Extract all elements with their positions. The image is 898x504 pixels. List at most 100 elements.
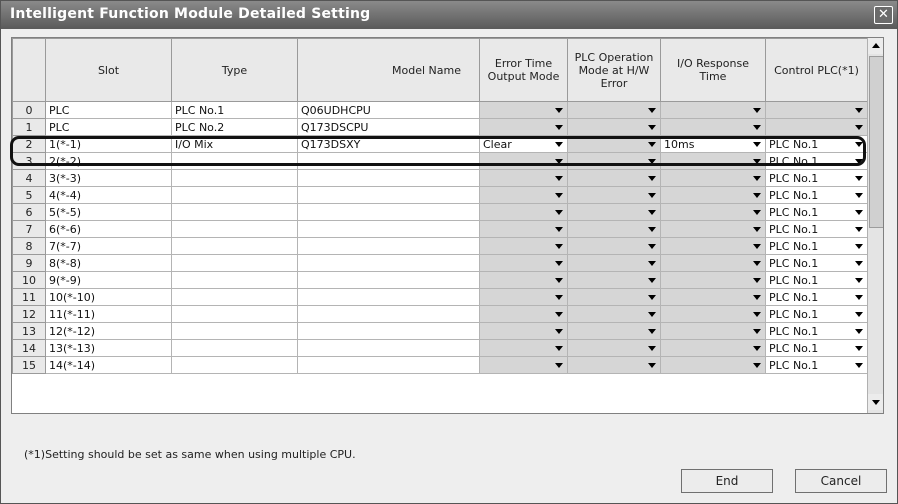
control-plc-dropdown[interactable]: PLC No.1 [765, 322, 868, 340]
chevron-down-icon[interactable] [555, 227, 563, 232]
chevron-down-icon[interactable] [753, 312, 761, 317]
control-plc-dropdown[interactable] [765, 101, 868, 119]
chevron-down-icon[interactable] [555, 125, 563, 130]
plc-operation-mode-dropdown[interactable] [567, 118, 661, 136]
chevron-down-icon[interactable] [555, 108, 563, 113]
scroll-thumb[interactable] [869, 56, 883, 228]
chevron-down-icon[interactable] [753, 329, 761, 334]
table-row[interactable]: 9 8(*-8) PLC No.1 [12, 254, 868, 272]
chevron-down-icon[interactable] [648, 210, 656, 215]
chevron-down-icon[interactable] [855, 125, 863, 130]
chevron-down-icon[interactable] [753, 227, 761, 232]
chevron-down-icon[interactable] [855, 193, 863, 198]
chevron-down-icon[interactable] [555, 295, 563, 300]
chevron-down-icon[interactable] [753, 295, 761, 300]
io-response-time-dropdown[interactable] [660, 186, 766, 204]
chevron-down-icon[interactable] [648, 193, 656, 198]
plc-operation-mode-dropdown[interactable] [567, 101, 661, 119]
table-row[interactable]: 13 12(*-12) PLC No.1 [12, 322, 868, 340]
chevron-down-icon[interactable] [555, 278, 563, 283]
chevron-down-icon[interactable] [855, 227, 863, 232]
chevron-down-icon[interactable] [753, 108, 761, 113]
control-plc-dropdown[interactable]: PLC No.1 [765, 339, 868, 357]
io-response-time-dropdown[interactable] [660, 288, 766, 306]
error-time-output-dropdown[interactable] [479, 305, 568, 323]
table-row[interactable]: 6 5(*-5) PLC No.1 [12, 203, 868, 221]
chevron-down-icon[interactable] [753, 278, 761, 283]
chevron-down-icon[interactable] [855, 244, 863, 249]
table-row[interactable]: 1 PLC PLC No.2 Q173DSCPU [12, 118, 868, 136]
chevron-down-icon[interactable] [855, 346, 863, 351]
plc-operation-mode-dropdown[interactable] [567, 305, 661, 323]
control-plc-dropdown[interactable]: PLC No.1 [765, 254, 868, 272]
plc-operation-mode-dropdown[interactable] [567, 254, 661, 272]
chevron-down-icon[interactable] [555, 346, 563, 351]
error-time-output-dropdown[interactable] [479, 203, 568, 221]
table-row[interactable]: 10 9(*-9) PLC No.1 [12, 271, 868, 289]
control-plc-dropdown[interactable]: PLC No.1 [765, 271, 868, 289]
io-response-time-dropdown[interactable] [660, 305, 766, 323]
control-plc-dropdown[interactable]: PLC No.1 [765, 237, 868, 255]
error-time-output-dropdown[interactable] [479, 356, 568, 374]
io-response-time-dropdown[interactable] [660, 118, 766, 136]
plc-operation-mode-dropdown[interactable] [567, 203, 661, 221]
io-response-time-dropdown[interactable] [660, 101, 766, 119]
control-plc-dropdown[interactable]: PLC No.1 [765, 356, 868, 374]
chevron-down-icon[interactable] [855, 295, 863, 300]
error-time-output-dropdown[interactable] [479, 322, 568, 340]
chevron-down-icon[interactable] [648, 346, 656, 351]
error-time-output-dropdown[interactable] [479, 186, 568, 204]
chevron-down-icon[interactable] [753, 363, 761, 368]
error-time-output-dropdown[interactable] [479, 237, 568, 255]
error-time-output-dropdown[interactable] [479, 271, 568, 289]
error-time-output-dropdown[interactable] [479, 288, 568, 306]
chevron-down-icon[interactable] [648, 176, 656, 181]
chevron-down-icon[interactable] [855, 261, 863, 266]
table-row[interactable]: 8 7(*-7) PLC No.1 [12, 237, 868, 255]
chevron-down-icon[interactable] [648, 312, 656, 317]
chevron-down-icon[interactable] [555, 176, 563, 181]
plc-operation-mode-dropdown[interactable] [567, 237, 661, 255]
end-button[interactable]: End [681, 469, 773, 493]
table-row[interactable]: 7 6(*-6) PLC No.1 [12, 220, 868, 238]
io-response-time-dropdown[interactable] [660, 203, 766, 221]
table-row[interactable]: 11 10(*-10) PLC No.1 [12, 288, 868, 306]
plc-operation-mode-dropdown[interactable] [567, 271, 661, 289]
chevron-down-icon[interactable] [753, 244, 761, 249]
io-response-time-dropdown[interactable] [660, 254, 766, 272]
io-response-time-dropdown[interactable] [660, 220, 766, 238]
scroll-up-icon[interactable] [868, 38, 883, 54]
chevron-down-icon[interactable] [648, 363, 656, 368]
io-response-time-dropdown[interactable] [660, 169, 766, 187]
control-plc-dropdown[interactable] [765, 118, 868, 136]
plc-operation-mode-dropdown[interactable] [567, 322, 661, 340]
table-row[interactable]: 5 4(*-4) PLC No.1 [12, 186, 868, 204]
plc-operation-mode-dropdown[interactable] [567, 186, 661, 204]
io-response-time-dropdown[interactable] [660, 339, 766, 357]
chevron-down-icon[interactable] [753, 125, 761, 130]
chevron-down-icon[interactable] [555, 193, 563, 198]
error-time-output-dropdown[interactable] [479, 254, 568, 272]
chevron-down-icon[interactable] [753, 346, 761, 351]
chevron-down-icon[interactable] [855, 329, 863, 334]
chevron-down-icon[interactable] [855, 210, 863, 215]
chevron-down-icon[interactable] [648, 278, 656, 283]
chevron-down-icon[interactable] [753, 193, 761, 198]
plc-operation-mode-dropdown[interactable] [567, 288, 661, 306]
io-response-time-dropdown[interactable] [660, 237, 766, 255]
control-plc-dropdown[interactable]: PLC No.1 [765, 203, 868, 221]
chevron-down-icon[interactable] [855, 108, 863, 113]
control-plc-dropdown[interactable]: PLC No.1 [765, 288, 868, 306]
chevron-down-icon[interactable] [555, 363, 563, 368]
chevron-down-icon[interactable] [555, 329, 563, 334]
chevron-down-icon[interactable] [855, 176, 863, 181]
io-response-time-dropdown[interactable] [660, 356, 766, 374]
control-plc-dropdown[interactable]: PLC No.1 [765, 169, 868, 187]
chevron-down-icon[interactable] [555, 244, 563, 249]
scroll-down-icon[interactable] [868, 394, 883, 410]
error-time-output-dropdown[interactable] [479, 118, 568, 136]
plc-operation-mode-dropdown[interactable] [567, 356, 661, 374]
chevron-down-icon[interactable] [555, 210, 563, 215]
vertical-scrollbar[interactable] [867, 38, 883, 413]
io-response-time-dropdown[interactable] [660, 322, 766, 340]
